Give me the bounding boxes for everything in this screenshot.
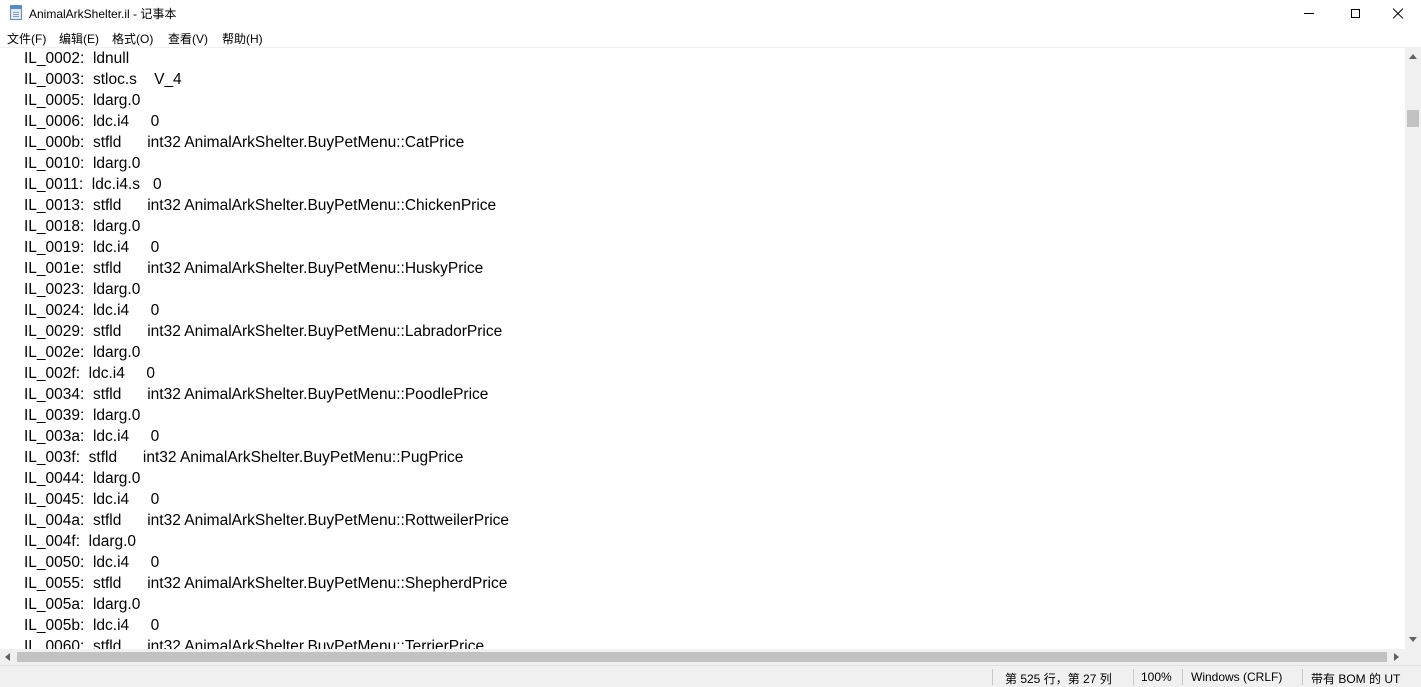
horizontal-scrollbar[interactable] bbox=[0, 649, 1405, 665]
status-line-ending: Windows (CRLF) bbox=[1191, 670, 1283, 684]
menu-bar: 文件(F) 编辑(E) 格式(O) 查看(V) 帮助(H) bbox=[0, 27, 1421, 48]
text-line: IL_0034: stfld int32 AnimalArkShelter.Bu… bbox=[24, 386, 489, 403]
text-line: IL_004f: ldarg.0 bbox=[24, 533, 137, 550]
text-line: IL_0039: ldarg.0 bbox=[24, 407, 141, 424]
menu-edit[interactable]: 编辑(E) bbox=[59, 30, 99, 47]
close-icon bbox=[1392, 7, 1404, 19]
vertical-scroll-thumb[interactable] bbox=[1407, 110, 1419, 127]
menu-help[interactable]: 帮助(H) bbox=[222, 30, 263, 47]
maximize-button[interactable] bbox=[1332, 0, 1378, 26]
status-separator bbox=[1302, 669, 1303, 685]
text-editor[interactable]: IL_0002: ldnull IL_0003: stloc.s V_4 IL_00… bbox=[0, 48, 1405, 649]
status-position: 第 525 行，第 27 列 bbox=[1005, 672, 1112, 686]
text-line: IL_0029: stfld int32 AnimalArkShelter.Bu… bbox=[24, 323, 503, 340]
scroll-down-icon[interactable] bbox=[1409, 637, 1417, 642]
text-line: IL_002e: ldarg.0 bbox=[24, 344, 141, 361]
text-line: IL_000b: stfld int32 AnimalArkShelter.Bu… bbox=[24, 134, 465, 151]
menu-format[interactable]: 格式(O) bbox=[112, 30, 153, 47]
text-line: IL_003f: stfld int32 AnimalArkShelter.Bu… bbox=[24, 449, 464, 466]
scroll-left-icon[interactable] bbox=[5, 653, 10, 661]
text-line: IL_005a: ldarg.0 bbox=[24, 596, 141, 613]
text-line: IL_005b: ldc.i4 0 bbox=[24, 617, 160, 634]
status-separator bbox=[992, 669, 993, 685]
text-line: IL_0024: ldc.i4 0 bbox=[24, 302, 160, 319]
vertical-scrollbar[interactable] bbox=[1405, 48, 1421, 649]
status-bar: 第 525 行，第 27 列 100% Windows (CRLF) 带有 BO… bbox=[0, 665, 1421, 687]
horizontal-scroll-thumb[interactable] bbox=[17, 652, 1387, 662]
status-separator bbox=[1182, 669, 1183, 685]
scroll-right-icon[interactable] bbox=[1394, 653, 1399, 661]
notepad-window: AnimalArkShelter.il - 记事本 文件(F) 编辑(E) 格式… bbox=[0, 0, 1421, 687]
text-line: IL_0002: ldnull bbox=[24, 50, 130, 67]
window-title: AnimalArkShelter.il - 记事本 bbox=[29, 7, 177, 21]
text-line: IL_003a: ldc.i4 0 bbox=[24, 428, 160, 445]
status-separator bbox=[1133, 669, 1134, 685]
text-line: IL_004a: stfld int32 AnimalArkShelter.Bu… bbox=[24, 512, 510, 529]
text-line: IL_0055: stfld int32 AnimalArkShelter.Bu… bbox=[24, 575, 508, 592]
text-line: IL_0003: stloc.s V_4 bbox=[24, 71, 182, 88]
menu-view[interactable]: 查看(V) bbox=[168, 30, 208, 47]
menu-file[interactable]: 文件(F) bbox=[7, 30, 46, 47]
notepad-icon[interactable] bbox=[10, 5, 22, 20]
text-line: IL_001e: stfld int32 AnimalArkShelter.Bu… bbox=[24, 260, 484, 277]
scroll-up-icon[interactable] bbox=[1409, 54, 1417, 59]
text-line: IL_0006: ldc.i4 0 bbox=[24, 113, 160, 130]
text-line: IL_0011: ldc.i4.s 0 bbox=[24, 176, 162, 193]
maximize-icon bbox=[1350, 8, 1360, 18]
text-line: IL_0023: ldarg.0 bbox=[24, 281, 141, 298]
status-encoding: 带有 BOM 的 UT bbox=[1311, 672, 1401, 686]
status-zoom: 100% bbox=[1141, 670, 1172, 684]
title-bar[interactable]: AnimalArkShelter.il - 记事本 bbox=[0, 0, 1421, 26]
text-line: IL_0005: ldarg.0 bbox=[24, 92, 141, 109]
text-line: IL_002f: ldc.i4 0 bbox=[24, 365, 155, 382]
text-line: IL_0010: ldarg.0 bbox=[24, 155, 141, 172]
text-line: IL_0013: stfld int32 AnimalArkShelter.Bu… bbox=[24, 197, 497, 214]
text-line: IL_0018: ldarg.0 bbox=[24, 218, 141, 235]
minimize-icon bbox=[1304, 12, 1314, 14]
text-line: IL_0019: ldc.i4 0 bbox=[24, 239, 160, 256]
close-button[interactable] bbox=[1375, 0, 1421, 26]
text-line: IL_0044: ldarg.0 bbox=[24, 470, 141, 487]
text-line: IL_0045: ldc.i4 0 bbox=[24, 491, 160, 508]
minimize-button[interactable] bbox=[1286, 0, 1332, 26]
scrollbar-corner bbox=[1405, 649, 1421, 665]
text-line: IL_0050: ldc.i4 0 bbox=[24, 554, 160, 571]
text-line: IL_0060: stfld int32 AnimalArkShelter.Bu… bbox=[24, 638, 485, 649]
